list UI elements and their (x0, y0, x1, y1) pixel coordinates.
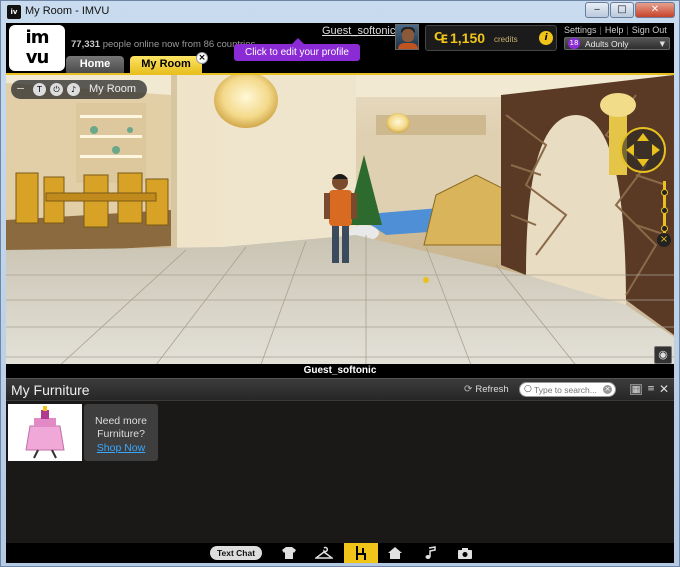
refresh-icon: ⟳ (464, 384, 473, 395)
credits-icon: ₠ (434, 29, 448, 47)
camera-icon[interactable] (454, 544, 476, 562)
age-badge: 18 (568, 38, 580, 49)
search-input[interactable] (534, 384, 602, 395)
tab-home[interactable]: Home (66, 56, 124, 73)
window-title: My Room - IMVU (25, 5, 110, 17)
people-icon[interactable]: ◉ (654, 346, 672, 364)
camera-nav-pad[interactable] (620, 127, 666, 173)
house-icon[interactable] (384, 544, 406, 562)
room-3d-view[interactable]: − T ⏻ ♪ My Room × ◉ Guest_softonic (6, 75, 674, 378)
shop-now-link[interactable]: Shop Now (84, 441, 158, 455)
separator: | (626, 25, 629, 35)
furniture-panel-header: My Furniture ⟳Refresh ○ × ▦ ≡ ✕ (6, 378, 674, 400)
credits-value: 1,150 (450, 30, 486, 46)
chevron-down-icon: ▼ (659, 40, 665, 48)
zoom-handle[interactable] (661, 207, 668, 214)
view-toggle: ▦ ≡ (630, 384, 657, 395)
music-icon[interactable]: ♪ (67, 83, 80, 96)
power-icon[interactable]: ⏻ (50, 83, 63, 96)
panel-title: My Furniture (11, 382, 90, 398)
need-more-line2: Furniture? (97, 428, 145, 440)
music-icon[interactable] (419, 544, 441, 562)
panel-close-icon[interactable]: ✕ (659, 382, 669, 396)
window-controls: ‒ □ ✕ (585, 2, 675, 18)
pillar-trim (171, 75, 177, 275)
refresh-button[interactable]: ⟳ Refresh (464, 384, 509, 395)
online-text: people online now from 86 countries (102, 39, 256, 50)
tab-close-icon[interactable]: × (196, 52, 208, 64)
adults-only-dropdown[interactable]: 18 Adults Only ▼ (564, 37, 670, 50)
bottom-toolbar: Text Chat (6, 543, 674, 563)
room-controls: − T ⏻ ♪ My Room (11, 80, 147, 99)
help-link[interactable]: Help (605, 25, 624, 35)
text-icon[interactable]: T (33, 83, 46, 96)
imvu-icon: iv (7, 5, 21, 19)
chair-icon[interactable] (344, 543, 378, 563)
adults-only-label: Adults Only (585, 39, 629, 49)
furniture-list: Need more Furniture? Shop Now (6, 400, 674, 543)
app-window: iv My Room - IMVU ‒ □ ✕ im vu 77,331 peop… (0, 0, 680, 567)
collapse-icon[interactable]: − (16, 83, 25, 95)
zoom-slider[interactable] (661, 181, 668, 241)
direction-arrows-icon (626, 133, 660, 167)
furniture-item[interactable] (8, 404, 82, 461)
sign-out-link[interactable]: Sign Out (632, 25, 667, 35)
table-icon (25, 406, 65, 459)
header: im vu 77,331 people online now from 86 co… (6, 23, 674, 75)
avatar-face (402, 29, 414, 42)
floor-marker (423, 277, 429, 283)
close-button[interactable]: ✕ (635, 2, 675, 18)
zoom-tick (661, 189, 668, 196)
need-more-line1: Need more (95, 415, 147, 427)
avatar-shirt (398, 43, 418, 49)
credits-label: credits (494, 35, 518, 44)
avatar[interactable] (395, 24, 419, 50)
shirt-icon[interactable] (278, 544, 300, 562)
zoom-reset-icon[interactable]: × (657, 233, 671, 247)
room-name: My Room (89, 83, 137, 95)
hanger-icon[interactable] (313, 544, 335, 562)
profile-link[interactable]: Guest_softonic (322, 25, 395, 37)
profile-tooltip: Click to edit your profile (234, 38, 360, 61)
info-icon[interactable]: i (539, 31, 553, 45)
top-links: Settings | Help | Sign Out (564, 25, 667, 35)
imvu-client: im vu 77,331 people online now from 86 co… (6, 23, 674, 563)
refresh-label: Refresh (475, 384, 509, 395)
text-chat-button[interactable]: Text Chat (210, 546, 262, 560)
zoom-tick (661, 225, 668, 232)
search-box[interactable]: ○ × (519, 382, 616, 397)
need-more-furniture: Need more Furniture? Shop Now (84, 404, 158, 461)
avatar-name-label: Guest_softonic (6, 364, 674, 378)
room-scene (6, 75, 674, 378)
separator: | (599, 25, 602, 35)
online-count: 77,331 (71, 39, 101, 50)
list-view-icon[interactable]: ≡ (645, 384, 657, 395)
imvu-logo[interactable]: im vu (9, 25, 65, 71)
title-bar[interactable]: iv My Room - IMVU ‒ □ ✕ (1, 1, 679, 23)
maximize-button[interactable]: □ (610, 2, 634, 18)
credits-box[interactable]: ₠ 1,150 credits i (425, 25, 557, 51)
search-icon: ○ (524, 384, 532, 394)
online-status: 77,331 people online now from 86 countri… (71, 39, 255, 50)
minimize-button[interactable]: ‒ (585, 2, 609, 18)
tab-my-room[interactable]: My Room (130, 56, 202, 73)
clear-search-icon[interactable]: × (603, 385, 612, 394)
settings-link[interactable]: Settings (564, 25, 597, 35)
grid-view-icon[interactable]: ▦ (630, 384, 642, 395)
